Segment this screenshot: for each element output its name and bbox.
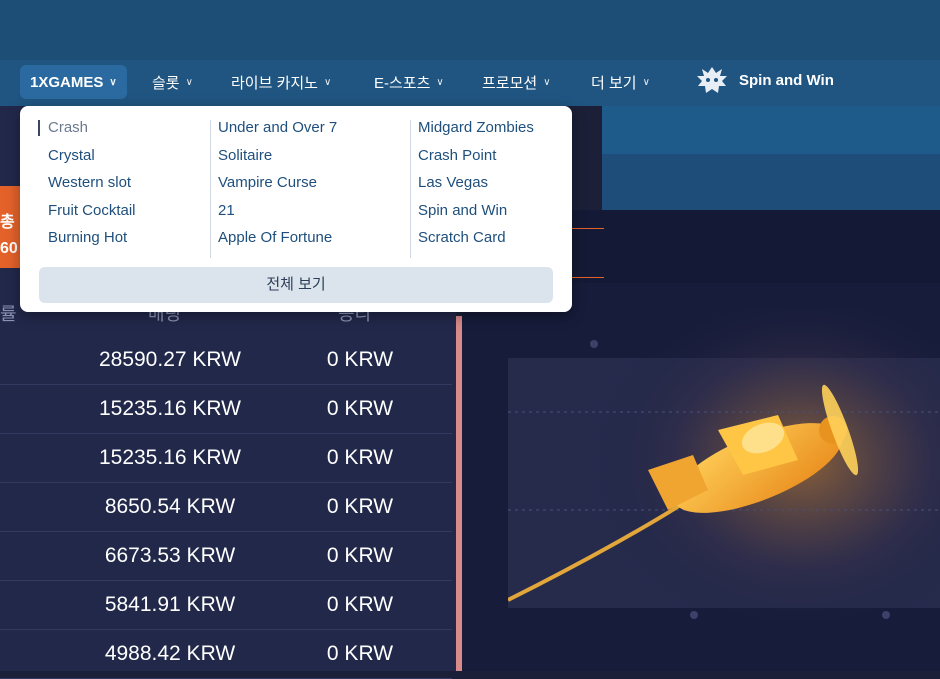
dropdown-game-link[interactable]: Western slot — [40, 171, 136, 199]
table-row: 28590.27 KRW 0 KRW — [0, 336, 452, 385]
column-separator — [410, 120, 411, 258]
chevron-down-icon: ∨ — [185, 76, 193, 88]
total-badge-bottom: 60 — [0, 240, 18, 257]
bet-amount: 15235.16 KRW — [98, 397, 242, 420]
total-badge: 총 60 — [0, 186, 20, 268]
dropdown-game-link[interactable]: 21 — [210, 199, 337, 227]
table-row: 15235.16 KRW 0 KRW — [0, 434, 452, 483]
col-header-rate: 률 — [0, 304, 17, 324]
dropdown-column-0: Crash Crystal Western slot Fruit Cocktail Bu… — [40, 116, 136, 254]
nav-item-label: 더 보기 — [591, 74, 637, 92]
dropdown-game-link[interactable]: Crash Point — [410, 144, 534, 172]
nav-item-label: 프로모션 — [482, 74, 538, 92]
crash-game-canvas — [508, 310, 940, 671]
bet-amount: 15235.16 KRW — [98, 446, 242, 469]
win-amount: 0 KRW — [326, 446, 394, 469]
dropdown-game-link[interactable]: Crash — [40, 116, 136, 144]
nav-item-4[interactable]: 프로모션 ∨ — [482, 65, 551, 99]
table-row: 6673.53 KRW 0 KRW — [0, 532, 452, 581]
top-band — [0, 0, 940, 60]
table-row: 5841.91 KRW 0 KRW — [0, 581, 452, 630]
nav-item-label: 슬롯 — [152, 74, 180, 92]
dropdown-game-link[interactable]: Solitaire — [210, 144, 337, 172]
nav-item-0[interactable]: 1XGAMES ∨ — [20, 65, 127, 99]
table-row: 8650.54 KRW 0 KRW — [0, 483, 452, 532]
dropdown-game-link[interactable]: Scratch Card — [410, 226, 534, 254]
bet-amount: 6673.53 KRW — [104, 544, 236, 567]
total-badge-top: 총 — [0, 214, 15, 231]
nav-item-1[interactable]: 슬롯 ∨ — [152, 65, 193, 99]
nav-item-label: 1XGAMES — [30, 73, 104, 91]
bet-amount: 5841.91 KRW — [104, 593, 236, 616]
see-all-button[interactable]: 전체 보기 — [39, 267, 553, 303]
dropdown-game-link[interactable]: Fruit Cocktail — [40, 199, 136, 227]
nav-item-5[interactable]: 더 보기 ∨ — [591, 65, 650, 99]
chevron-down-icon: ∨ — [642, 76, 650, 88]
dropdown-column-2: Midgard Zombies Crash Point Las Vegas Spin … — [410, 116, 534, 258]
win-amount: 0 KRW — [326, 495, 394, 518]
nav-item-label: 라이브 카지노 — [231, 74, 318, 92]
win-amount: 0 KRW — [326, 397, 394, 420]
win-amount: 0 KRW — [326, 348, 394, 371]
dragon-icon[interactable] — [694, 64, 730, 98]
games-dropdown: Crash Crystal Western slot Fruit Cocktail Bu… — [20, 106, 572, 312]
right-subheader-bar — [602, 154, 940, 210]
spin-and-win-link[interactable]: Spin and Win — [739, 72, 834, 89]
dropdown-game-link[interactable]: Apple Of Fortune — [210, 226, 337, 254]
bet-amount: 28590.27 KRW — [98, 348, 242, 371]
right-orange-marker — [570, 228, 604, 278]
dropdown-game-link[interactable]: Under and Over 7 — [210, 116, 337, 144]
win-amount: 0 KRW — [326, 593, 394, 616]
right-header-bar — [602, 106, 940, 154]
dropdown-column-1: Under and Over 7 Solitaire Vampire Curse 21… — [210, 116, 337, 258]
win-amount: 0 KRW — [326, 544, 394, 567]
dropdown-game-link[interactable]: Spin and Win — [410, 199, 534, 227]
dropdown-game-link[interactable]: Las Vegas — [410, 171, 534, 199]
dropdown-game-link[interactable]: Midgard Zombies — [410, 116, 534, 144]
table-row: 4988.42 KRW 0 KRW — [0, 630, 452, 679]
bet-amount: 4988.42 KRW — [104, 642, 236, 665]
chevron-down-icon: ∨ — [436, 76, 444, 88]
nav-item-2[interactable]: 라이브 카지노 ∨ — [231, 65, 331, 99]
dropdown-game-link[interactable]: Crystal — [40, 144, 136, 172]
chevron-down-icon: ∨ — [323, 76, 332, 88]
nav-item-label: E-스포츠 — [374, 74, 431, 92]
bet-amount: 8650.54 KRW — [104, 495, 236, 518]
nav-item-3[interactable]: E-스포츠 ∨ — [374, 65, 444, 99]
column-separator — [210, 120, 211, 258]
win-amount: 0 KRW — [326, 642, 394, 665]
table-row: 15235.16 KRW 0 KRW — [0, 385, 452, 434]
dropdown-game-link[interactable]: Burning Hot — [40, 226, 136, 254]
chevron-down-icon: ∨ — [543, 76, 551, 88]
chevron-down-icon: ∨ — [109, 76, 117, 88]
text-cursor — [38, 120, 40, 136]
dropdown-game-link[interactable]: Vampire Curse — [210, 171, 337, 199]
